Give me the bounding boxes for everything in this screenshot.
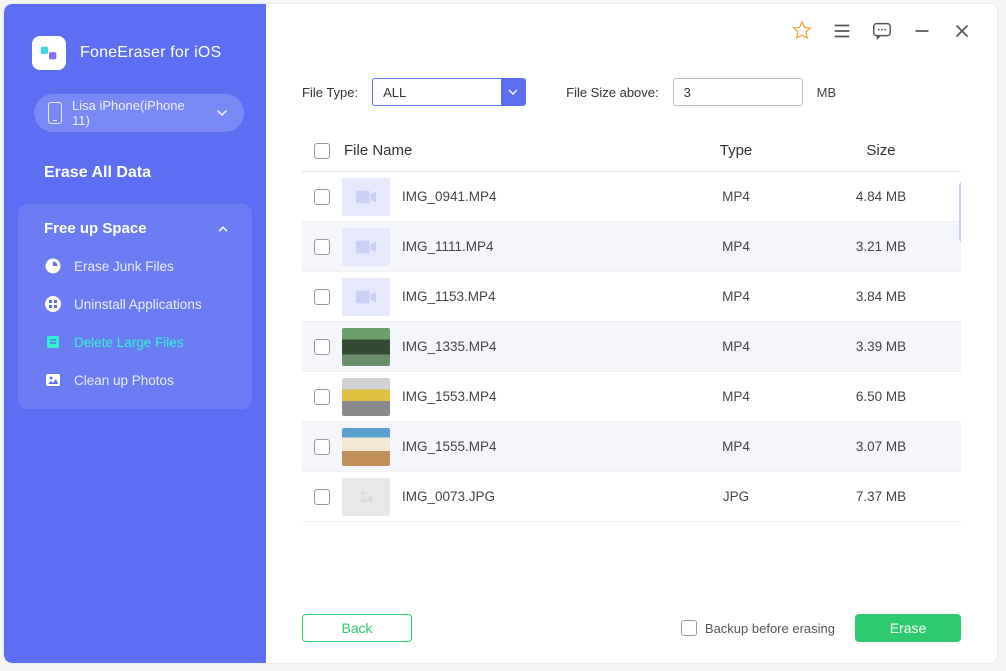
file-size: 3.84 MB [801,289,961,304]
file-size: 4.84 MB [801,189,961,204]
erase-button[interactable]: Erase [855,614,961,642]
menu-icon[interactable] [831,20,853,42]
table-row[interactable]: IMG_1153.MP4MP43.84 MB [302,272,961,322]
dropdown-arrow-icon [501,79,525,105]
app-title: FoneEraser for iOS [80,44,221,62]
file-type: MP4 [671,189,801,204]
premium-icon[interactable] [791,20,813,42]
file-name: IMG_0073.JPG [402,489,671,504]
sidebar-item-label: Erase Junk Files [74,259,174,274]
table-row[interactable]: IMG_1111.MP4MP43.21 MB [302,222,961,272]
column-type: Type [671,142,801,159]
table-row[interactable]: IMG_0073.JPGJPG7.37 MB [302,472,961,522]
file-thumbnail [342,178,390,216]
back-button[interactable]: Back [302,614,412,642]
file-size: 3.07 MB [801,439,961,454]
apps-icon [44,295,62,313]
sidebar: FoneEraser for iOS Lisa iPhone(iPhone 11… [4,4,266,663]
file-size-above-label: File Size above: [566,85,659,100]
file-table: File Name Type Size IMG_0941.MP4MP44.84 … [302,132,961,593]
nav-erase-all-data[interactable]: Erase All Data [4,150,266,196]
logo-row: FoneEraser for iOS [4,22,266,94]
file-name: IMG_1553.MP4 [402,389,671,404]
file-type: MP4 [671,339,801,354]
file-type-select[interactable]: ALL [372,78,526,106]
file-type: MP4 [671,239,801,254]
file-name: IMG_1555.MP4 [402,439,671,454]
row-checkbox[interactable] [314,389,330,405]
close-icon[interactable] [951,20,973,42]
nav-section-header[interactable]: Free up Space [18,204,252,247]
row-checkbox[interactable] [314,239,330,255]
column-size: Size [801,142,961,159]
sidebar-item-clean-up-photos[interactable]: Clean up Photos [18,361,252,399]
file-icon [44,333,62,351]
chevron-up-icon [216,222,230,236]
device-label: Lisa iPhone(iPhone 11) [72,98,204,128]
nav-section-free-up-space: Free up Space Erase Junk Files Uninstall… [18,204,252,409]
file-size: 6.50 MB [801,389,961,404]
file-size: 7.37 MB [801,489,961,504]
file-thumbnail [342,378,390,416]
backup-label: Backup before erasing [705,621,835,636]
table-row[interactable]: IMG_0941.MP4MP44.84 MB [302,172,961,222]
sidebar-item-label: Clean up Photos [74,373,174,388]
file-type: MP4 [671,389,801,404]
file-type: MP4 [671,439,801,454]
table-row[interactable]: IMG_1553.MP4MP46.50 MB [302,372,961,422]
row-checkbox[interactable] [314,339,330,355]
app-logo-icon [32,36,66,70]
file-size-unit: MB [817,85,837,100]
sidebar-item-label: Uninstall Applications [74,297,202,312]
main-panel: File Type: ALL File Size above: MB File … [266,4,997,663]
clock-icon [44,257,62,275]
scrollbar-thumb[interactable] [959,182,961,242]
footer-bar: Back Backup before erasing Erase [266,593,997,663]
minimize-icon[interactable] [911,20,933,42]
file-type: JPG [671,489,801,504]
table-row[interactable]: IMG_1555.MP4MP43.07 MB [302,422,961,472]
row-checkbox[interactable] [314,189,330,205]
feedback-icon[interactable] [871,20,893,42]
table-body: IMG_0941.MP4MP44.84 MBIMG_1111.MP4MP43.2… [302,172,961,589]
backup-before-erasing-option[interactable]: Backup before erasing [681,620,835,636]
table-header: File Name Type Size [302,132,961,172]
backup-checkbox[interactable] [681,620,697,636]
select-all-checkbox[interactable] [314,143,330,159]
file-size-input[interactable] [673,78,803,106]
photo-icon [44,371,62,389]
file-type: MP4 [671,289,801,304]
file-thumbnail [342,228,390,266]
column-file-name: File Name [342,142,671,159]
sidebar-item-label: Delete Large Files [74,335,184,350]
file-name: IMG_1111.MP4 [402,239,671,254]
sidebar-item-uninstall-applications[interactable]: Uninstall Applications [18,285,252,323]
row-checkbox[interactable] [314,489,330,505]
file-size: 3.39 MB [801,339,961,354]
phone-icon [48,102,62,124]
sidebar-item-erase-junk-files[interactable]: Erase Junk Files [18,247,252,285]
file-thumbnail [342,478,390,516]
file-type-value: ALL [373,85,501,100]
chevron-down-icon [214,105,230,121]
file-name: IMG_1153.MP4 [402,289,671,304]
row-checkbox[interactable] [314,439,330,455]
file-thumbnail [342,278,390,316]
file-name: IMG_0941.MP4 [402,189,671,204]
file-size: 3.21 MB [801,239,961,254]
table-row[interactable]: IMG_1335.MP4MP43.39 MB [302,322,961,372]
titlebar [266,4,997,58]
app-window: FoneEraser for iOS Lisa iPhone(iPhone 11… [4,4,997,663]
file-thumbnail [342,328,390,366]
row-checkbox[interactable] [314,289,330,305]
sidebar-item-delete-large-files[interactable]: Delete Large Files [18,323,252,361]
file-type-label: File Type: [302,85,358,100]
filter-bar: File Type: ALL File Size above: MB [266,58,997,114]
nav-section-title: Free up Space [44,220,147,237]
file-name: IMG_1335.MP4 [402,339,671,354]
device-selector[interactable]: Lisa iPhone(iPhone 11) [34,94,244,132]
file-thumbnail [342,428,390,466]
